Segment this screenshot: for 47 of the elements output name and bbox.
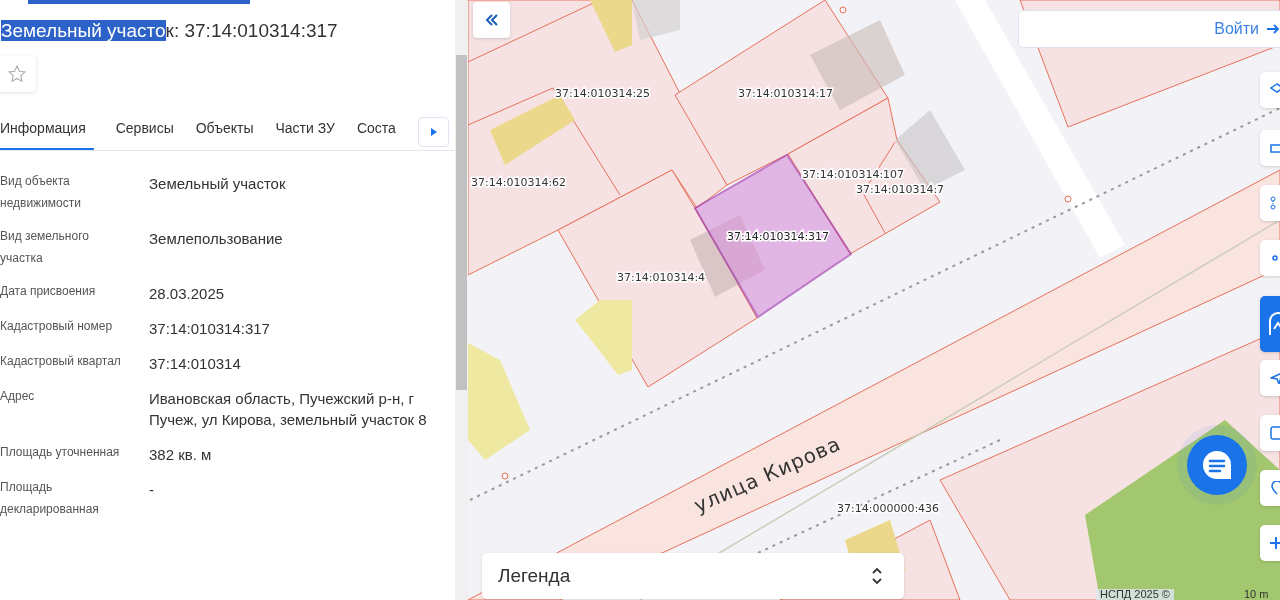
property-label: Кадастровый квартал — [0, 353, 122, 370]
scroll-tabs-button[interactable] — [418, 117, 449, 147]
property-value: Земельный участок — [149, 174, 287, 194]
parcel-number: 37:14:010314:25 — [555, 87, 651, 100]
triangle-right-icon — [430, 128, 437, 136]
login-button[interactable]: Войти — [1018, 10, 1280, 48]
property-label: Дата присвоения — [0, 283, 97, 300]
property-value: 37:14:010314 — [149, 354, 242, 374]
map-attribution: НСПД 2025 © — [1096, 589, 1174, 600]
tab[interactable]: Объекты — [195, 110, 254, 150]
parcel-number: 37:14:000000:436 — [837, 502, 940, 515]
property-value: 382 кв. м — [149, 445, 213, 465]
sign-in-arrow-icon — [1267, 22, 1280, 36]
double-chevron-left-icon — [484, 13, 499, 27]
property-value: Землепользование — [149, 229, 284, 249]
tab[interactable]: Части ЗУ — [275, 110, 335, 150]
parcel-number: 37:14:010314:62 — [471, 176, 567, 189]
up-down-chevron-icon — [872, 567, 882, 585]
property-label: Вид земельного участка — [0, 228, 90, 267]
panel-title: Земельный участок: 37:14:010314:317 — [1, 20, 339, 42]
property-label: Кадастровый номер — [0, 318, 114, 335]
collapse-panel-button[interactable] — [473, 2, 510, 38]
plus-icon — [1270, 537, 1280, 549]
scrollbar[interactable] — [455, 0, 468, 600]
parcel-number: 37:14:010314:17 — [738, 87, 834, 100]
tab[interactable]: Сервисы — [115, 110, 174, 150]
navigation-arrow-icon — [1270, 372, 1280, 384]
scale-label: 10 m — [1244, 589, 1269, 600]
parcel-number: 37:14:010314:107 — [802, 168, 905, 181]
property-value: Ивановская область, Пучежский р-н, г Пучеж, ул Кирова, земельный участок 8 — [149, 389, 428, 430]
parcel-number: 37:14:010314:317 — [727, 230, 830, 243]
tab[interactable]: Информация — [0, 110, 94, 150]
property-label: Площадь декларированная — [0, 479, 100, 518]
property-label: Площадь уточненная — [0, 444, 121, 461]
property-value: 28.03.2025 — [149, 284, 226, 304]
property-value: 37:14:010314:317 — [149, 319, 271, 339]
scrollbar-thumb[interactable] — [456, 55, 467, 390]
parcel-number: 37:14:010314:7 — [856, 183, 945, 196]
frame-icon — [1270, 426, 1280, 440]
legend-dropdown[interactable]: Легенда — [482, 553, 904, 599]
parcel-number: 37:14:010314:4 — [617, 271, 706, 284]
property-value: - — [149, 480, 155, 500]
favorite-button[interactable] — [0, 56, 36, 92]
property-label: Адрес — [0, 388, 36, 405]
tab[interactable]: Соста — [356, 110, 396, 150]
map-pin-icon — [1270, 481, 1280, 495]
property-label: Вид объекта недвижимости — [0, 173, 82, 212]
